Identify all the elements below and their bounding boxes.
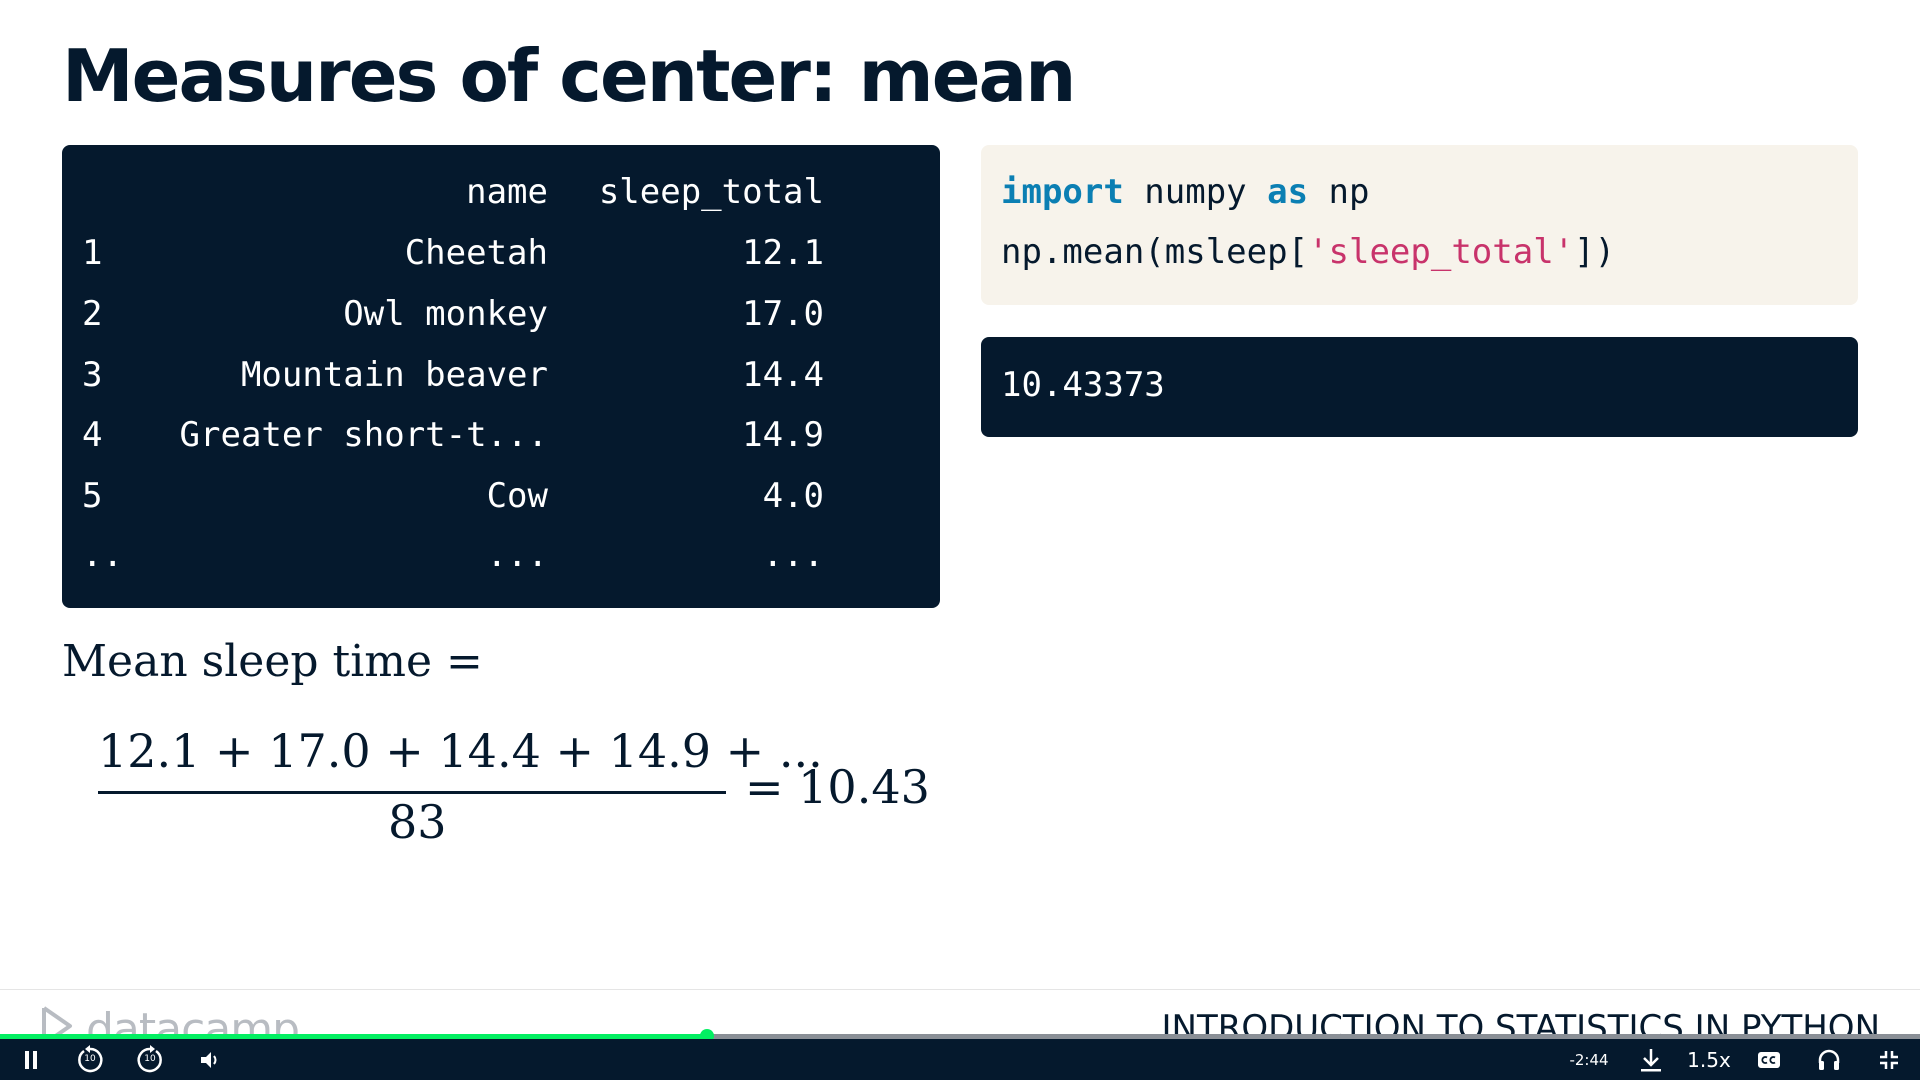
playback-speed-button[interactable]: 1.5x	[1684, 1039, 1734, 1080]
download-icon	[1639, 1047, 1663, 1073]
formula-result: = 10.43	[745, 760, 930, 814]
pause-button[interactable]	[16, 1039, 46, 1080]
volume-button[interactable]	[196, 1039, 226, 1080]
dataframe-output: name sleep_total 1 Cheetah 12.1 2 Owl mo…	[62, 145, 940, 608]
download-button[interactable]	[1636, 1039, 1666, 1080]
forward-10-icon: 10	[135, 1044, 165, 1075]
dataframe-row: 1 Cheetah 12.1	[62, 233, 940, 281]
row-index: ..	[82, 535, 123, 575]
row-name: Cow	[486, 476, 548, 516]
code-keyword: import	[1001, 172, 1124, 212]
pause-icon	[23, 1050, 39, 1070]
forward-button[interactable]: 10	[132, 1039, 168, 1080]
slide-title: Measures of center: mean	[62, 34, 1076, 118]
rewind-10-icon: 10	[75, 1044, 105, 1075]
formula-numerator: 12.1 + 17.0 + 14.4 + 14.9 + ...	[98, 724, 823, 778]
row-name: Cheetah	[404, 233, 548, 273]
exit-fullscreen-button[interactable]	[1874, 1039, 1904, 1080]
row-name: Owl monkey	[343, 294, 548, 334]
rewind-seconds: 10	[84, 1053, 96, 1064]
row-index: 4	[82, 415, 103, 455]
code-line-import: import numpy as np	[1001, 172, 1370, 212]
fraction-bar	[98, 791, 726, 794]
code-text: np.mean(msleep[	[1001, 232, 1309, 272]
code-text: np	[1308, 172, 1370, 212]
time-remaining: -2:44	[1569, 1050, 1609, 1069]
row-sleep-total: 4.0	[762, 476, 824, 516]
dataframe-header-row: name sleep_total	[62, 172, 940, 220]
output-value: 10.43373	[1001, 365, 1165, 405]
dataframe-ellipsis-row: .. ... ...	[62, 535, 940, 583]
captions-icon	[1758, 1051, 1780, 1068]
code-string: 'sleep_total'	[1308, 232, 1575, 272]
formula-label: Mean sleep time =	[62, 636, 483, 687]
row-name: Greater short-t...	[179, 415, 548, 455]
headphones-icon	[1817, 1049, 1841, 1071]
row-sleep-total: 12.1	[742, 233, 824, 273]
row-sleep-total: 14.4	[742, 355, 824, 395]
row-index: 3	[82, 355, 103, 395]
dataframe-row: 3 Mountain beaver 14.4	[62, 355, 940, 403]
code-text: numpy	[1123, 172, 1268, 212]
row-index: 1	[82, 233, 103, 273]
row-index: 5	[82, 476, 103, 516]
dataframe-row: 2 Owl monkey 17.0	[62, 294, 940, 342]
code-keyword: as	[1267, 172, 1309, 212]
column-header-name: name	[466, 172, 548, 212]
row-index: 2	[82, 294, 103, 334]
exit-fullscreen-icon	[1879, 1050, 1899, 1070]
rewind-button[interactable]: 10	[72, 1039, 108, 1080]
dataframe-row: 4 Greater short-t... 14.9	[62, 415, 940, 463]
row-name: ...	[486, 535, 548, 575]
forward-seconds: 10	[144, 1053, 156, 1064]
code-output: 10.43373	[981, 337, 1858, 437]
code-line-mean: np.mean(msleep['sleep_total'])	[1001, 232, 1615, 272]
row-sleep-total: 17.0	[742, 294, 824, 334]
code-block: import numpy as np np.mean(msleep['sleep…	[981, 145, 1858, 305]
formula-denominator: 83	[388, 795, 447, 849]
row-name: Mountain beaver	[240, 355, 548, 395]
row-sleep-total: ...	[762, 535, 824, 575]
video-control-bar: 10 10 -2:44 1.5x	[0, 1039, 1920, 1080]
column-header-sleep-total: sleep_total	[598, 172, 824, 212]
volume-icon	[199, 1050, 223, 1070]
audio-button[interactable]	[1814, 1039, 1844, 1080]
dataframe-row: 5 Cow 4.0	[62, 476, 940, 524]
footer-divider	[0, 989, 1920, 990]
row-sleep-total: 14.9	[742, 415, 824, 455]
code-text: ])	[1574, 232, 1616, 272]
captions-button[interactable]	[1754, 1039, 1784, 1080]
